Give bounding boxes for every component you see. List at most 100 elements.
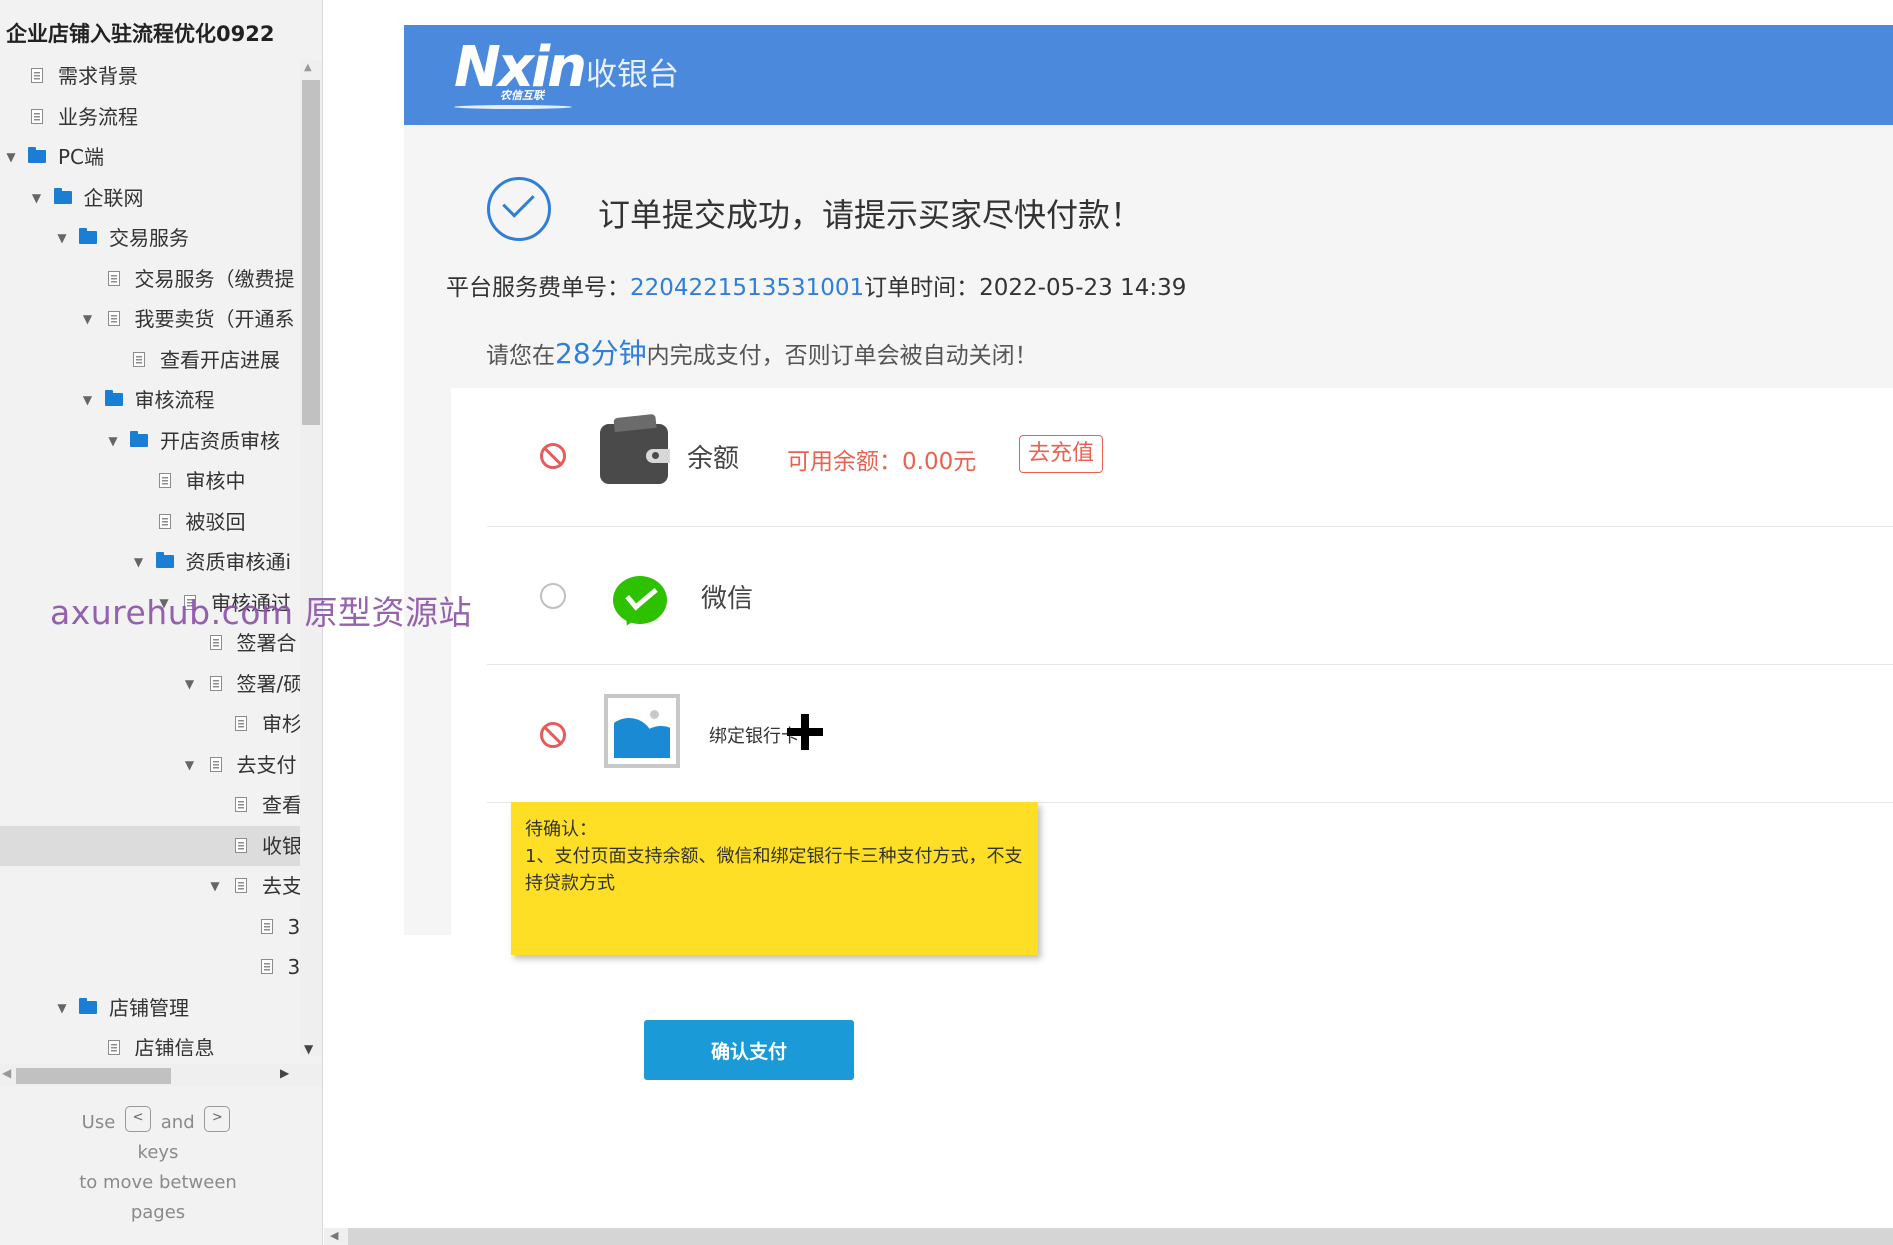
hint-and: and: [160, 1112, 195, 1133]
tree-node-label: 收银: [262, 833, 300, 858]
scroll-right-arrow-icon[interactable]: ▶: [280, 1066, 289, 1080]
balance-label: 余额: [687, 444, 740, 474]
tree-node[interactable]: ▼ 去支: [0, 866, 300, 906]
logo-swoosh: [454, 105, 572, 109]
tree-node[interactable]: 审杉: [0, 704, 300, 744]
tree-node[interactable]: 需求背景: [0, 56, 300, 96]
expand-arrow-icon[interactable]: ▼: [106, 421, 120, 461]
tree-node[interactable]: 被驳回: [0, 502, 300, 542]
payment-method-bank[interactable]: 绑定银行卡: [487, 664, 1893, 803]
tree-node-label: 资质审核通i: [185, 550, 292, 574]
tree-node[interactable]: ▼ 店铺管理: [0, 988, 300, 1028]
tree-node-label: 交易服务（缴费提: [134, 266, 295, 291]
wallet-icon: [600, 424, 670, 484]
tree-horizontal-scroll-thumb[interactable]: [16, 1068, 171, 1084]
expand-arrow-icon[interactable]: ▼: [81, 380, 95, 420]
payment-deadline-tip: 请您在28分钟内完成支付，否则订单会被自动关闭！: [486, 332, 1038, 372]
expand-arrow-icon[interactable]: ▼: [183, 745, 197, 785]
main-horizontal-scrollbar[interactable]: [324, 1228, 1893, 1245]
wechat-label: 微信: [701, 584, 754, 614]
page-icon: [230, 785, 252, 825]
tree-node-label: 查看: [262, 793, 300, 817]
tree-node[interactable]: 查看开店进展: [0, 340, 300, 380]
tree-vertical-scroll-thumb[interactable]: [302, 80, 320, 425]
expand-arrow-icon[interactable]: ▼: [81, 299, 95, 339]
tree-node[interactable]: ▼ 我要卖货（开通系: [0, 299, 300, 339]
next-key-icon: >: [204, 1106, 231, 1132]
tree-node-label: 店铺管理: [109, 995, 189, 1020]
recharge-button[interactable]: 去充值: [1019, 435, 1104, 473]
tree-node[interactable]: ▼ 企联网: [0, 178, 300, 218]
scroll-left-arrow-icon[interactable]: ◀: [2, 1066, 11, 1080]
tree-node-label: PC端: [58, 145, 105, 169]
expand-arrow-icon[interactable]: ▼: [183, 664, 197, 704]
tree-node-label: 审杉: [262, 712, 300, 736]
wechat-radio[interactable]: [540, 583, 566, 609]
tree-node[interactable]: ▼ 签署/硕: [0, 664, 300, 704]
tree-node[interactable]: ▼ 交易服务: [0, 218, 300, 258]
tree-node-label: 开店资质审核: [160, 428, 280, 453]
tip-suffix: 内完成支付，否则订单会被自动关闭！: [646, 343, 1038, 369]
tree-node-label: 审核中: [185, 469, 246, 493]
fee-order-number: 2204221513531001: [630, 275, 865, 301]
page-icon: [103, 299, 125, 339]
logo-subtext: 农信互联: [500, 89, 544, 102]
payment-method-balance[interactable]: 余额 可用余额：0.00元 去充值: [487, 388, 1893, 527]
page-icon: [205, 664, 227, 704]
tree-node[interactable]: ▼ 开店资质审核: [0, 421, 300, 461]
page-icon: [256, 907, 278, 947]
page-tree: 需求背景 业务流程 ▼ PC端 ▼ 企联网 ▼ 交易服务 交易服务（缴费提 ▼ 我要卖货（开通系 查看…: [0, 56, 300, 1056]
page-icon: [230, 826, 252, 866]
expand-arrow-icon[interactable]: ▼: [208, 866, 222, 906]
folder-icon: [52, 178, 74, 218]
main-scroll-left-arrow-icon[interactable]: ◀: [330, 1229, 338, 1242]
scroll-down-arrow-icon[interactable]: ▼: [304, 1042, 313, 1056]
scroll-up-arrow-icon[interactable]: ▲: [304, 62, 312, 73]
tree-node[interactable]: 店铺信息: [0, 1028, 300, 1056]
header-title: 收银台: [586, 57, 679, 93]
tree-node[interactable]: 审核中: [0, 461, 300, 501]
page-icon: [26, 56, 48, 96]
tree-node[interactable]: ▼ 去支付: [0, 745, 300, 785]
sticky-note: 待确认： 1、支付页面支持余额、微信和绑定银行卡三种支付方式，不支持贷款方式: [511, 802, 1038, 955]
order-time: 2022-05-23 14:39: [979, 275, 1187, 301]
image-placeholder-art: [614, 704, 670, 758]
success-message: 订单提交成功，请提示买家尽快付款！: [598, 196, 1143, 234]
tree-node-label: 3: [287, 914, 301, 939]
order-info: 平台服务费单号：2204221513531001订单时间：2022-05-23 …: [446, 268, 1186, 302]
expand-arrow-icon[interactable]: ▼: [30, 178, 44, 218]
tree-node[interactable]: ▼ 资质审核通i: [0, 542, 300, 582]
tree-node-label: 审核流程: [134, 388, 215, 412]
tree-node[interactable]: 收银: [0, 825, 300, 866]
tree-node[interactable]: 3: [0, 907, 300, 947]
tree-node[interactable]: 查看: [0, 785, 300, 825]
prev-key-icon: <: [125, 1106, 152, 1132]
available-balance: 可用余额：0.00元: [787, 449, 977, 475]
tree-node-label: 签署/硕: [236, 671, 301, 696]
tree-node-label: 店铺信息: [134, 1036, 215, 1056]
check-mark: [502, 185, 535, 218]
tree-node[interactable]: 交易服务（缴费提: [0, 259, 300, 299]
tree-node[interactable]: ▼ PC端: [0, 137, 300, 177]
payment-method-wechat[interactable]: 微信: [487, 526, 1893, 665]
wechat-check: [625, 579, 658, 611]
cashier-header: Nxin 农信互联 收银台: [404, 25, 1893, 125]
page-icon: [128, 340, 150, 380]
expand-arrow-icon[interactable]: ▼: [4, 137, 18, 177]
tree-node-label: 3: [287, 955, 301, 979]
add-bank-card-icon[interactable]: [787, 714, 823, 750]
tip-minutes: 28分钟: [555, 337, 647, 370]
expand-arrow-icon[interactable]: ▼: [55, 988, 69, 1028]
expand-arrow-icon[interactable]: ▼: [132, 542, 146, 582]
project-title: 企业店铺入驻流程优化0922: [6, 22, 275, 46]
note-body: 1、支付页面支持余额、微信和绑定银行卡三种支付方式，不支持贷款方式: [525, 846, 1023, 894]
tree-node-label: 业务流程: [58, 104, 138, 129]
tree-node[interactable]: 业务流程: [0, 97, 300, 137]
page-icon: [103, 259, 125, 299]
expand-arrow-icon[interactable]: ▼: [55, 218, 69, 258]
page-icon: [103, 1028, 125, 1056]
tree-node[interactable]: ▼ 审核流程: [0, 380, 300, 420]
confirm-pay-button[interactable]: 确认支付: [644, 1020, 854, 1080]
tree-node[interactable]: 3: [0, 947, 300, 987]
disabled-icon: [540, 722, 566, 748]
